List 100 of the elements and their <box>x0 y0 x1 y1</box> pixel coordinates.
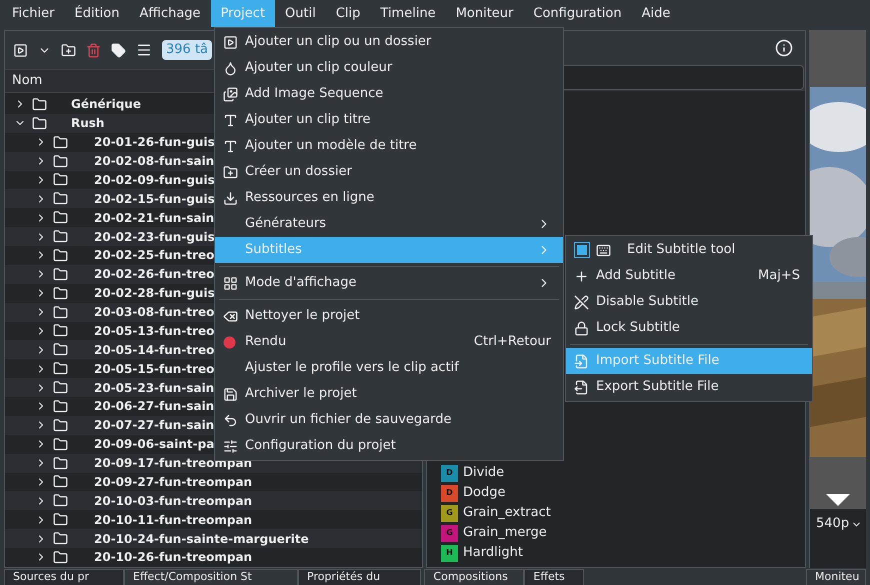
menu-bar-item[interactable]: Outil <box>275 0 326 27</box>
dock-tab[interactable]: Moniteu <box>806 569 866 585</box>
folder-name: 20-10-26-fun-treompan <box>94 549 252 566</box>
folder-name: 20-05-15-fun-treo <box>94 360 214 378</box>
plus-icon <box>574 268 589 284</box>
folder-name: 20-10-03-fun-treompan <box>94 492 252 510</box>
folder-icon <box>53 323 68 338</box>
folder-icon <box>53 342 68 358</box>
effect-badge: G <box>441 524 458 542</box>
menu-item-label: Add Subtitle <box>596 267 676 286</box>
tag-icon[interactable] <box>111 42 126 58</box>
menu-item[interactable]: Add Subtitle Maj+S <box>566 263 812 289</box>
shortcut-label: Maj+S <box>758 267 800 286</box>
folder-icon <box>53 191 68 206</box>
menu-bar-item[interactable]: Configuration <box>523 0 632 27</box>
menu-item[interactable]: Export Subtitle File <box>566 374 812 400</box>
menu-icon[interactable] <box>136 42 152 58</box>
folder-name: 20-02-21-fun-sain <box>94 210 214 227</box>
folder-name: 20-02-15-fun-guis <box>94 190 215 208</box>
clip-icon[interactable] <box>13 42 28 58</box>
folder-name: 20-01-26-fun-guis <box>94 134 215 152</box>
menu-bar-item[interactable]: Fichier <box>2 0 64 27</box>
menu-item-label: Edit Subtitle tool <box>627 241 736 260</box>
dock-tab[interactable]: Compositions <box>424 569 524 585</box>
download-icon <box>223 190 238 206</box>
position-marker-icon <box>826 494 850 506</box>
folder-icon <box>53 266 68 282</box>
menu-bar-item[interactable]: Timeline <box>370 0 446 27</box>
dock-tab[interactable]: Effets <box>524 569 584 585</box>
effect-item[interactable]: D Dodge <box>441 483 805 503</box>
folder-icon <box>53 380 68 396</box>
clip-icon <box>223 34 238 50</box>
folder-icon <box>53 531 68 546</box>
folder-icon <box>53 493 68 508</box>
folder-icon <box>53 304 68 320</box>
add-folder-icon <box>223 164 238 180</box>
add-folder-icon[interactable] <box>61 42 76 58</box>
folder-icon <box>53 436 68 452</box>
title-icon <box>223 112 238 128</box>
info-icon[interactable] <box>775 39 793 57</box>
dock-tab[interactable]: Sources du pr <box>4 569 124 585</box>
menu-item-label: Ajouter un clip titre <box>245 111 370 130</box>
checkbox[interactable] <box>574 242 590 258</box>
resolution-dropdown[interactable]: 540p <box>816 514 862 534</box>
folder-name: 20-07-27-fun-sain <box>94 417 214 434</box>
folder-name: 20-06-27-fun-sain <box>94 398 214 416</box>
effect-item[interactable]: D Divide <box>441 463 805 483</box>
effect-item[interactable]: H Hardlight <box>441 543 805 563</box>
trash-icon[interactable] <box>86 42 101 58</box>
folder-name: 20-10-11-fun-treompan <box>94 512 252 529</box>
tree-row[interactable]: 20-10-11-fun-treompan <box>5 510 422 530</box>
effect-name: Divide <box>463 464 504 482</box>
menu-bar-item[interactable]: Clip <box>326 0 370 27</box>
archive-icon <box>223 386 238 402</box>
folder-icon <box>32 96 47 112</box>
color-drop-icon <box>223 60 238 76</box>
folder-name: 20-05-14-fun-treo <box>94 342 214 359</box>
folder-name: Générique <box>71 96 141 114</box>
folder-icon <box>53 512 68 528</box>
effect-badge: G <box>441 504 458 522</box>
image-sequence-icon <box>223 86 238 102</box>
dock-tab[interactable]: Effect/Composition St <box>124 569 298 585</box>
menu-bar-item[interactable]: Édition <box>64 0 130 27</box>
title-icon <box>223 138 238 154</box>
import-file-icon <box>574 354 589 368</box>
folder-name: Rush <box>71 115 104 132</box>
tree-row[interactable]: 20-09-27-fun-treompan <box>5 472 422 492</box>
menu-item[interactable]: Edit Subtitle tool <box>566 237 812 263</box>
effect-name: Grain_extract <box>463 504 551 522</box>
effect-item[interactable]: G Grain_extract <box>441 503 805 523</box>
folder-name: 20-10-24-fun-sainte-marguerite <box>94 530 309 548</box>
folder-icon <box>53 286 68 301</box>
dock-tab[interactable]: Propriétés du <box>298 569 421 585</box>
undo-icon <box>223 412 238 428</box>
folder-icon <box>53 134 68 150</box>
menu-item[interactable]: Ajouter un clip ou un dossier <box>215 29 563 55</box>
folder-icon <box>53 418 68 433</box>
folder-name: 20-02-23-fun-guis <box>94 228 215 246</box>
menu-bar-item[interactable]: Moniteur <box>446 0 524 27</box>
effect-badge: H <box>441 544 458 562</box>
menu-item[interactable]: Disable Subtitle <box>566 289 812 315</box>
menu-item[interactable]: Lock Subtitle <box>566 315 812 341</box>
keyboard-icon <box>596 242 611 258</box>
menu-bar-item[interactable]: Aide <box>632 0 680 27</box>
tree-row[interactable]: 20-10-03-fun-treompan <box>5 491 422 510</box>
menu-item-label: Ressources en ligne <box>245 189 374 208</box>
folder-icon <box>53 474 68 490</box>
menu-item-label: Disable Subtitle <box>596 293 699 312</box>
folder-name: 20-09-06-saint-pa <box>94 436 214 454</box>
menu-item-label: Import Subtitle File <box>596 352 720 370</box>
tree-row[interactable]: 20-10-24-fun-sainte-marguerite <box>5 529 422 548</box>
menu-bar-item[interactable]: Affichage <box>129 0 211 27</box>
menu-item-label: Ajuster le profile vers le clip actif <box>245 359 459 378</box>
tree-row[interactable]: 20-10-26-fun-treompan <box>5 548 422 567</box>
shortcut-label: Ctrl+Retour <box>474 333 551 352</box>
effect-item[interactable]: G Grain_merge <box>441 523 805 543</box>
menu-item-label: Configuration du projet <box>245 437 396 456</box>
folder-name: 20-05-13-fun-treo <box>94 322 214 340</box>
pen-off-icon <box>574 294 589 310</box>
task-count-badge: 396 tâ <box>162 40 212 60</box>
